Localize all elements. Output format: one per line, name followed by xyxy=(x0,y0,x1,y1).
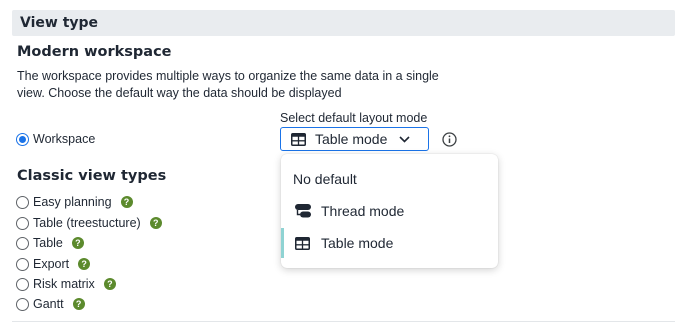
classic-view-types-heading: Classic view types xyxy=(17,168,167,184)
classic-option-gantt[interactable]: Gantt ? xyxy=(16,295,85,313)
layout-mode-label: Select default layout mode xyxy=(280,111,428,125)
thread-icon xyxy=(295,204,313,218)
option-label: Table xyxy=(33,236,63,250)
chevron-down-icon xyxy=(399,135,410,143)
option-label: Table mode xyxy=(321,235,394,251)
layout-mode-select[interactable]: Table mode xyxy=(280,127,429,151)
radio[interactable] xyxy=(16,216,29,230)
table-icon xyxy=(295,236,313,250)
layout-mode-value: Table mode xyxy=(315,131,388,147)
help-icon[interactable]: ? xyxy=(149,217,162,229)
layout-mode-dropdown-menu: No default Thread mode Table mode xyxy=(281,154,498,268)
help-icon[interactable]: ? xyxy=(78,258,91,270)
workspace-radio-option[interactable]: Workspace xyxy=(16,130,95,148)
classic-option-risk-matrix[interactable]: Risk matrix ? xyxy=(16,275,116,293)
option-label: Easy planning xyxy=(33,195,112,209)
help-icon[interactable]: ? xyxy=(72,298,85,310)
radio[interactable] xyxy=(16,257,29,271)
workspace-radio-label: Workspace xyxy=(33,132,96,146)
option-label: Table (treestucture) xyxy=(33,216,141,230)
radio[interactable] xyxy=(16,195,29,209)
dropdown-option-no-default[interactable]: No default xyxy=(281,164,498,194)
classic-option-easy-planning[interactable]: Easy planning ? xyxy=(16,193,133,211)
classic-option-export[interactable]: Export ? xyxy=(16,255,91,273)
help-icon[interactable]: ? xyxy=(120,196,133,208)
classic-option-table[interactable]: Table ? xyxy=(16,234,84,252)
dropdown-option-table-mode[interactable]: Table mode xyxy=(281,228,498,258)
radio[interactable] xyxy=(16,236,29,250)
classic-option-table-treestucture[interactable]: Table (treestucture) ? xyxy=(16,214,162,232)
section-header-view-type: View type xyxy=(12,10,675,36)
option-label: Gantt xyxy=(33,297,64,311)
table-icon xyxy=(291,132,306,146)
modern-workspace-heading: Modern workspace xyxy=(17,44,172,60)
help-icon[interactable]: ? xyxy=(71,237,84,249)
modern-workspace-description: The workspace provides multiple ways to … xyxy=(17,69,439,100)
dropdown-option-thread-mode[interactable]: Thread mode xyxy=(281,196,498,226)
option-label: Risk matrix xyxy=(33,277,95,291)
option-label: No default xyxy=(293,171,357,187)
info-icon[interactable] xyxy=(442,132,457,147)
workspace-radio[interactable] xyxy=(16,132,29,146)
radio[interactable] xyxy=(16,277,29,291)
help-icon[interactable]: ? xyxy=(103,278,116,290)
radio[interactable] xyxy=(16,297,29,311)
option-label: Export xyxy=(33,257,70,271)
option-label: Thread mode xyxy=(321,203,405,219)
